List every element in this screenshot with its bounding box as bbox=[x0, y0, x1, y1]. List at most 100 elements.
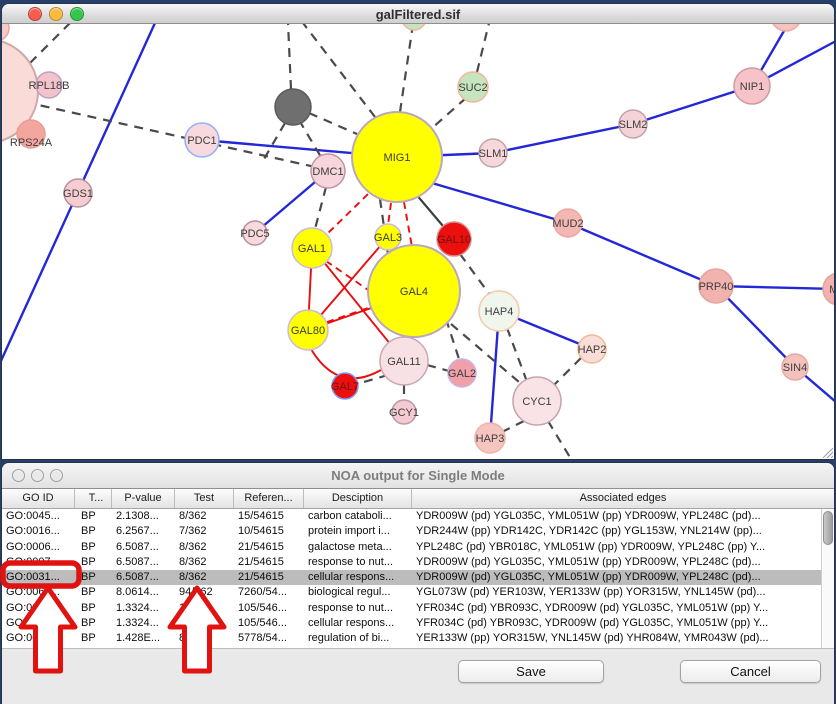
network-canvas[interactable]: RPL18BRPS24AGDS1PDC1PDC5MIG1SUC2SLM1DMC1… bbox=[2, 24, 834, 459]
node-label-hap2: HAP2 bbox=[578, 344, 607, 356]
table-cell: BP bbox=[75, 616, 112, 631]
table-cell: response to nut... bbox=[304, 601, 412, 616]
table-cell: cellular respons... bbox=[304, 570, 412, 585]
table-cell: BP bbox=[75, 585, 112, 600]
column-header-5[interactable]: Desciption bbox=[304, 489, 412, 508]
column-header-2[interactable]: P-value bbox=[112, 489, 175, 508]
table-row-5[interactable]: GO:0065...BP8.0614...94/3627260/54...bio… bbox=[2, 585, 834, 600]
table-row-8[interactable]: GO:0050...BP1.428E...80/3625778/54...reg… bbox=[2, 631, 834, 646]
node-label-hap3: HAP3 bbox=[476, 433, 505, 445]
noa-window-title: NOA output for Single Mode bbox=[2, 468, 834, 483]
table-cell: BP bbox=[75, 631, 112, 646]
graph-edge bbox=[315, 187, 326, 229]
table-row-3[interactable]: GO:0007...BP6.5087...8/36221/54615respon… bbox=[2, 555, 834, 570]
node-unlabeled-topright[interactable] bbox=[771, 24, 801, 31]
table-cell: 1.428E... bbox=[112, 631, 175, 646]
table-cell: 6.2567... bbox=[112, 524, 175, 539]
graph-edge bbox=[288, 24, 291, 89]
table-cell: GO:0045... bbox=[2, 509, 75, 524]
column-header-4[interactable]: Referen... bbox=[234, 489, 304, 508]
table-row-4[interactable]: GO:0031...BP6.5087...8/36221/54615cellul… bbox=[2, 570, 834, 585]
graph-edge bbox=[264, 123, 285, 159]
table-cell: 105/546... bbox=[234, 616, 304, 631]
table-cell: YGL073W (pd) YER103W, YER133W (pp) YOR31… bbox=[412, 585, 834, 600]
table-row-0[interactable]: GO:0045...BP2.1308...8/36215/54615carbon… bbox=[2, 509, 834, 524]
node-label-gal3: GAL3 bbox=[374, 232, 402, 244]
table-cell: YDR009W (pd) YGL035C, YML051W (pp) YDR00… bbox=[412, 509, 834, 524]
table-cell: 6.5087... bbox=[112, 570, 175, 585]
table-cell: 8/362 bbox=[175, 570, 234, 585]
node-unlabeled-topleft[interactable] bbox=[2, 24, 9, 41]
graph-window-title: galFiltered.sif bbox=[2, 7, 834, 22]
table-cell: response to nut... bbox=[304, 555, 412, 570]
table-row-2[interactable]: GO:0006...BP6.5087...8/36221/54615galact… bbox=[2, 540, 834, 555]
node-unlabeled-gray[interactable] bbox=[275, 89, 311, 125]
table-cell: YPL248C (pd) YBR018C, YML051W (pp) YDR00… bbox=[412, 540, 834, 555]
graph-edge bbox=[357, 375, 388, 384]
node-label-cyc1: CYC1 bbox=[522, 396, 551, 408]
graph-window-titlebar[interactable]: galFiltered.sif bbox=[2, 4, 834, 24]
table-cell: 8/362 bbox=[175, 555, 234, 570]
table-cell: 94/362 bbox=[175, 585, 234, 600]
table-cell: BP bbox=[75, 570, 112, 585]
save-button[interactable]: Save bbox=[458, 660, 604, 683]
node-label-gds1: GDS1 bbox=[63, 188, 93, 200]
graph-edge bbox=[552, 358, 581, 387]
table-cell: GO:0016... bbox=[2, 524, 75, 539]
graph-edge bbox=[30, 24, 70, 63]
graph-window: galFiltered.sif RPL18BRPS24AGDS1PDC1PDC5… bbox=[2, 4, 834, 459]
node-label-gal2: GAL2 bbox=[448, 368, 476, 380]
table-header: GO IDT...P-valueTestReferen...Desciption… bbox=[2, 489, 834, 509]
screen: galFiltered.sif RPL18BRPS24AGDS1PDC1PDC5… bbox=[0, 0, 836, 704]
table-cell: GO:0006... bbox=[2, 540, 75, 555]
resize-grip-icon[interactable] bbox=[821, 446, 833, 458]
table-cell: BP bbox=[75, 555, 112, 570]
column-header-6[interactable]: Associated edges bbox=[412, 489, 834, 508]
node-label-hap4: HAP4 bbox=[485, 306, 514, 318]
table-cell: regulation of bi... bbox=[304, 631, 412, 646]
table-cell: BP bbox=[75, 601, 112, 616]
table-cell: 5778/54... bbox=[234, 631, 304, 646]
noa-window-titlebar[interactable]: NOA output for Single Mode bbox=[2, 463, 834, 489]
column-header-1[interactable]: T... bbox=[75, 489, 112, 508]
table-cell: GO:0007... bbox=[2, 555, 75, 570]
node-label-mud2: MUD2 bbox=[552, 218, 583, 230]
graph-edge bbox=[460, 254, 490, 295]
node-label-pdc1: PDC1 bbox=[187, 135, 216, 147]
graph-edge bbox=[326, 261, 374, 294]
table-cell: 8/362 bbox=[175, 509, 234, 524]
node-label-gal4: GAL4 bbox=[400, 286, 428, 298]
table-cell: cellular respons... bbox=[304, 616, 412, 631]
node-label-nip1: NIP1 bbox=[740, 81, 764, 93]
table-cell: 6.5087... bbox=[112, 555, 175, 570]
graph-edge bbox=[309, 113, 357, 134]
table-cell: 6.5087... bbox=[112, 540, 175, 555]
table-cell: GO:0031... bbox=[2, 601, 75, 616]
scrollbar-thumb[interactable] bbox=[823, 511, 833, 545]
table-row-6[interactable]: GO:0031...BP1.3324...11/362105/546...res… bbox=[2, 601, 834, 616]
table-cell: carbon cataboli... bbox=[304, 509, 412, 524]
column-header-0[interactable]: GO ID bbox=[2, 489, 75, 508]
graph-edge bbox=[400, 24, 413, 112]
table-row-7[interactable]: GO:0031...BP1.3324...11/362105/546...cel… bbox=[2, 616, 834, 631]
table-body: GO:0045...BP2.1308...8/36215/54615carbon… bbox=[2, 509, 834, 648]
node-label-msi: MSI bbox=[829, 284, 834, 296]
table-cell: 7/362 bbox=[175, 524, 234, 539]
node-label-gal80: GAL80 bbox=[291, 325, 325, 337]
node-unlabeled-top-green[interactable] bbox=[402, 24, 426, 30]
table-cell: biological regul... bbox=[304, 585, 412, 600]
table-cell: BP bbox=[75, 524, 112, 539]
table-cell: 7260/54... bbox=[234, 585, 304, 600]
graph-edge bbox=[427, 365, 449, 371]
vertical-scrollbar[interactable] bbox=[821, 509, 834, 648]
table-cell: 11/362 bbox=[175, 616, 234, 631]
column-header-3[interactable]: Test bbox=[175, 489, 234, 508]
table-cell: 11/362 bbox=[175, 601, 234, 616]
node-label-pdc5: PDC5 bbox=[240, 228, 269, 240]
table-row-1[interactable]: GO:0016...BP6.2567...7/36210/54615protei… bbox=[2, 524, 834, 539]
node-label-prp40: PRP40 bbox=[699, 281, 734, 293]
cancel-button[interactable]: Cancel bbox=[680, 660, 821, 683]
node-label-slm2: SLM2 bbox=[619, 119, 648, 131]
graph-edge bbox=[322, 194, 368, 239]
table-cell: protein import i... bbox=[304, 524, 412, 539]
